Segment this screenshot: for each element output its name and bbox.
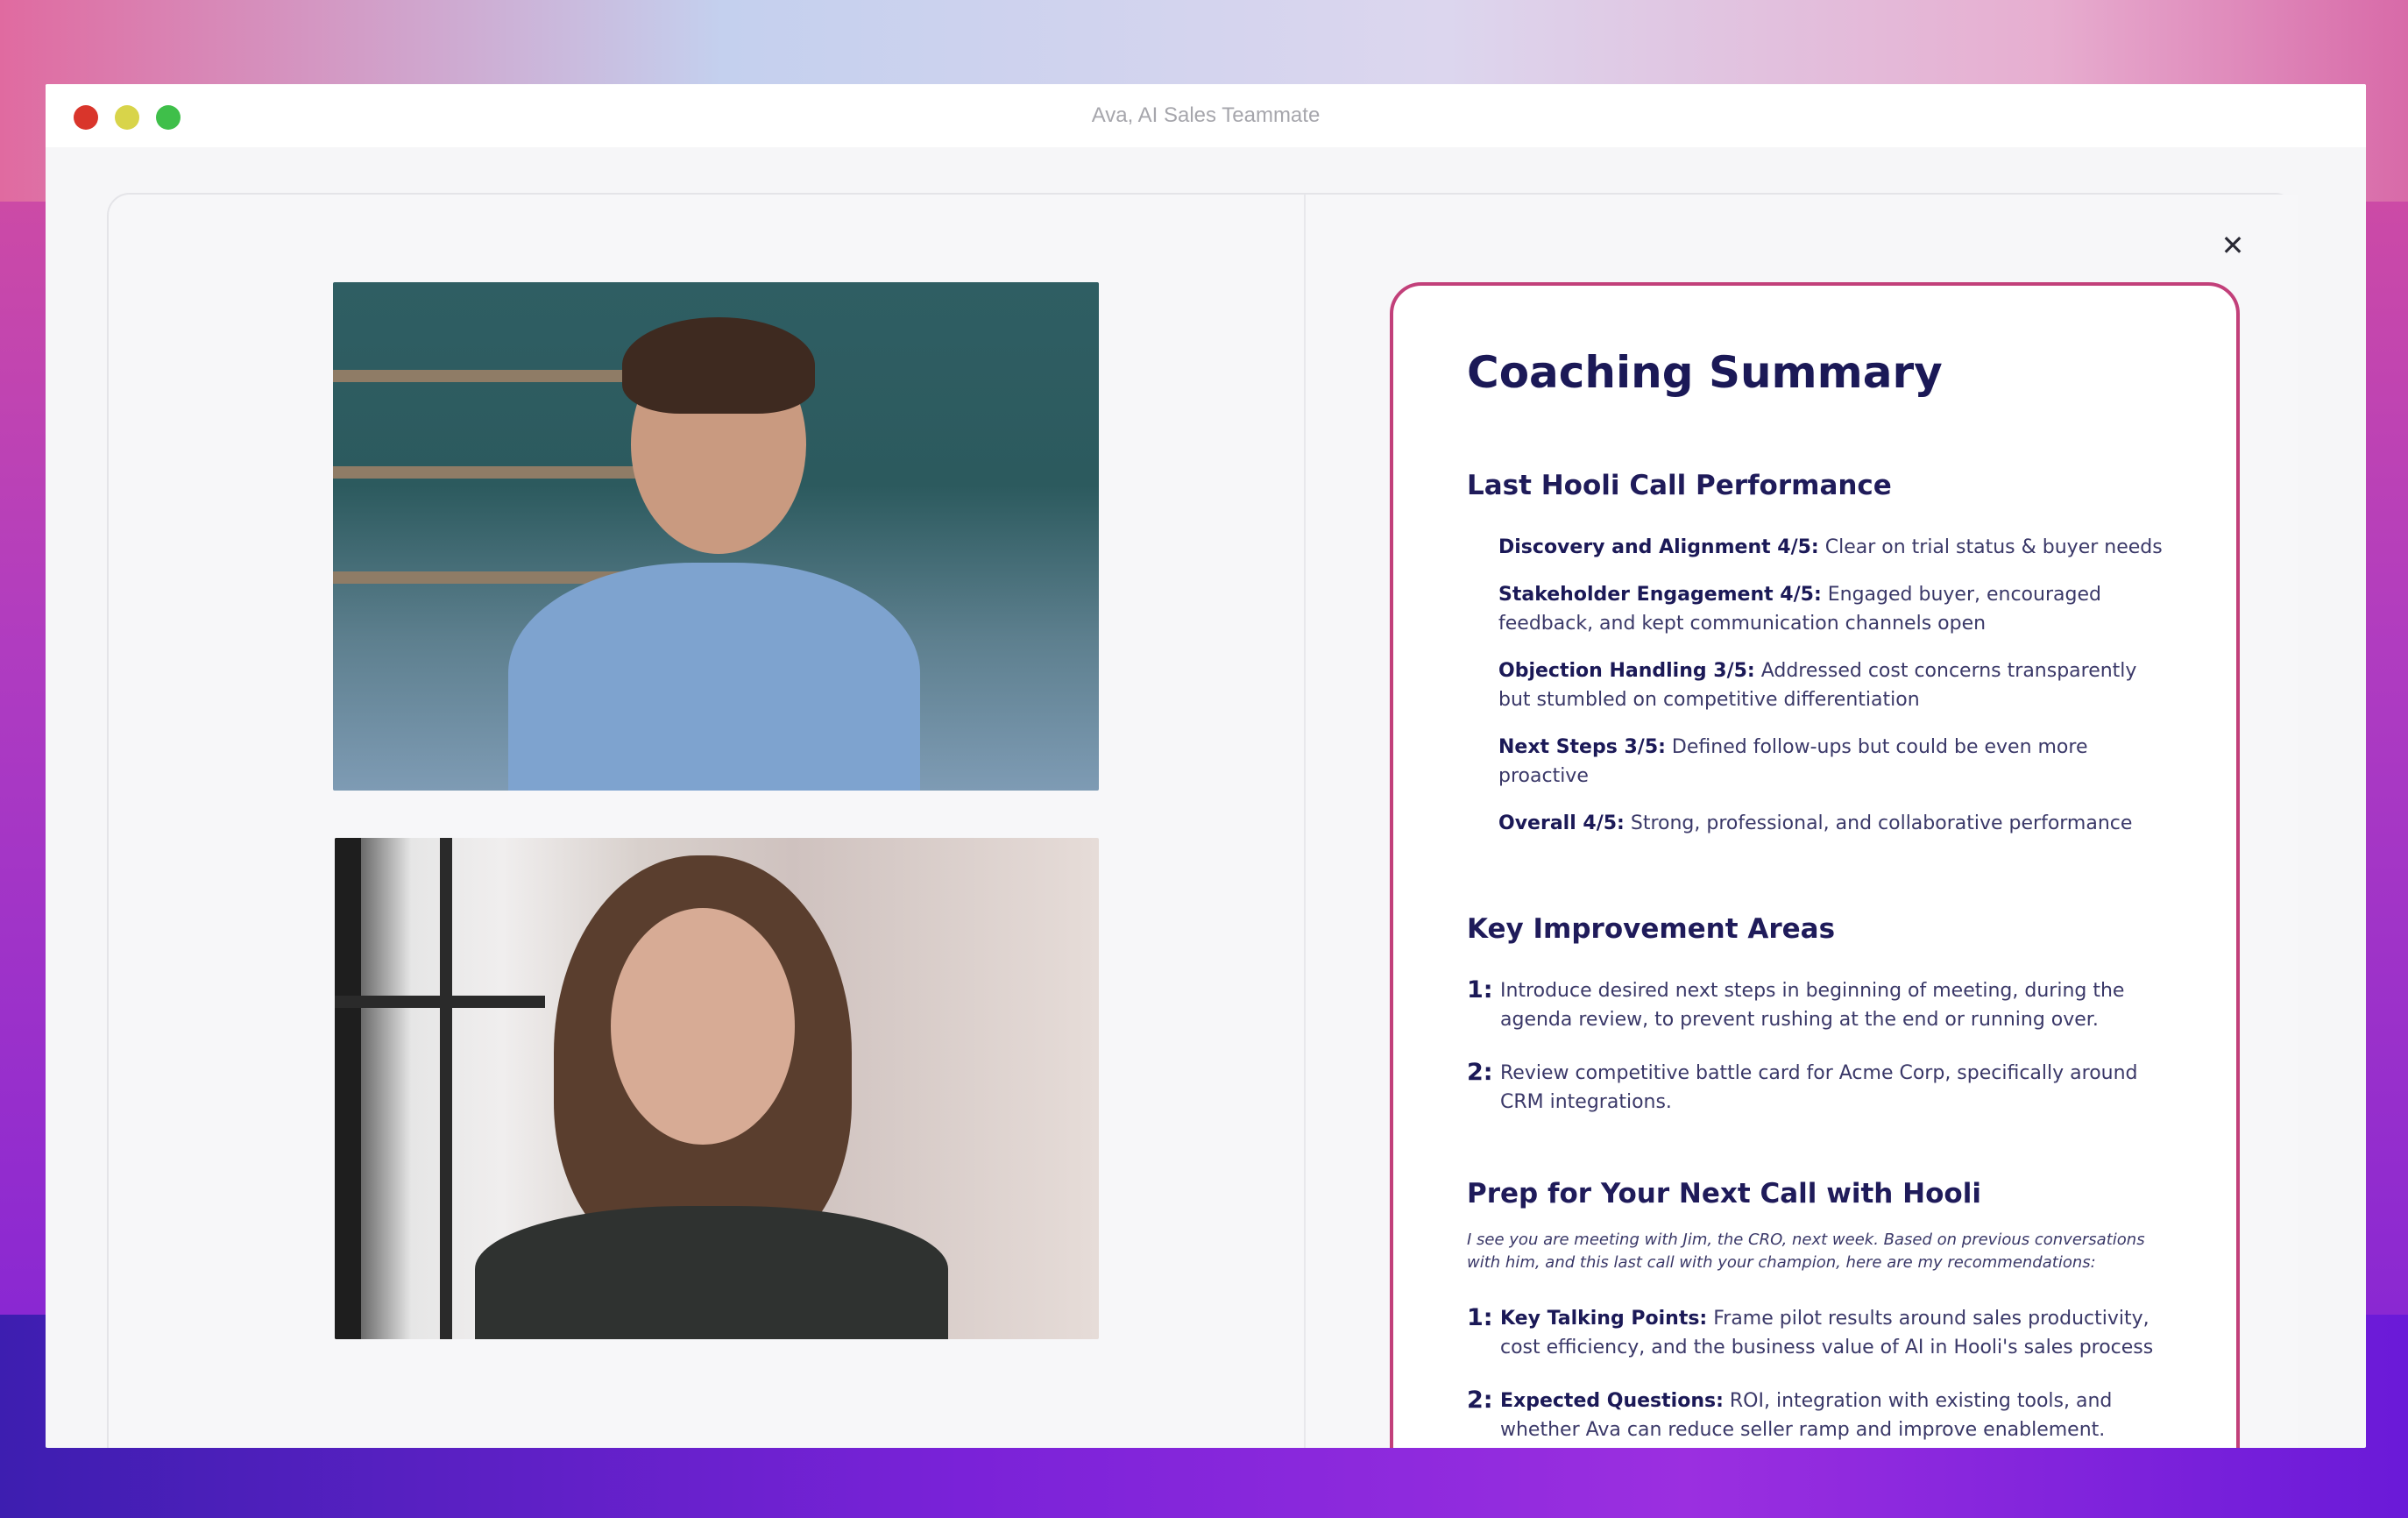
performance-item: Discovery and Alignment 4/5: Clear on tr… [1498,536,2163,558]
participant-1-body [508,563,920,791]
coaching-summary-card: Coaching Summary Last Hooli Call Perform… [1390,282,2240,1448]
participant-1-hair [622,317,815,414]
performance-item: Objection Handling 3/5: Addressed cost c… [1498,660,2137,711]
performance-item: Next Steps 3/5: Defined follow-ups but c… [1498,736,2088,787]
participant-2-head [611,908,795,1145]
coaching-pane: ✕ Coaching Summary Last Hooli Call Perfo… [1306,195,2298,1448]
performance-heading: Last Hooli Call Performance [1467,470,1892,501]
video-tile-participant-1[interactable] [333,282,1099,791]
improvement-list: 1: Introduce desired next steps in begin… [1467,976,2163,1117]
window-frame [335,838,361,1339]
performance-item: Stakeholder Engagement 4/5: Engaged buye… [1498,584,2101,635]
prep-item: 2: Expected Questions: ROI, integration … [1467,1387,2113,1441]
window-title: Ava, AI Sales Teammate [1091,103,1321,127]
app-window: Ava, AI Sales Teammate ✕ Coaching Summar… [46,84,2366,1448]
title-bar: Ava, AI Sales Teammate [46,84,2366,147]
prep-list: 1: Key Talking Points: Frame pilot resul… [1467,1304,2163,1444]
close-icon[interactable]: ✕ [2217,230,2249,261]
prep-intro: I see you are meeting with Jim, the CRO,… [1467,1231,2145,1272]
window-frame [440,838,452,1339]
window-frame [335,996,545,1008]
performance-list: Discovery and Alignment 4/5: Clear on tr… [1467,533,2163,838]
prep-heading: Prep for Your Next Call with Hooli [1467,1178,1981,1209]
app-panel: ✕ Coaching Summary Last Hooli Call Perfo… [107,193,2298,1448]
card-title: Coaching Summary [1467,347,1943,398]
improvement-item: 2: Review competitive battle card for Ac… [1467,1059,2138,1113]
participant-2-body [475,1206,948,1339]
performance-item: Overall 4/5: Strong, professional, and c… [1498,812,2133,834]
video-pane [109,195,1304,1448]
video-tile-participant-2[interactable] [335,838,1099,1339]
improvement-heading: Key Improvement Areas [1467,913,1836,945]
improvement-item: 1: Introduce desired next steps in begin… [1467,976,2125,1031]
prep-item: 1: Key Talking Points: Frame pilot resul… [1467,1304,2154,1358]
